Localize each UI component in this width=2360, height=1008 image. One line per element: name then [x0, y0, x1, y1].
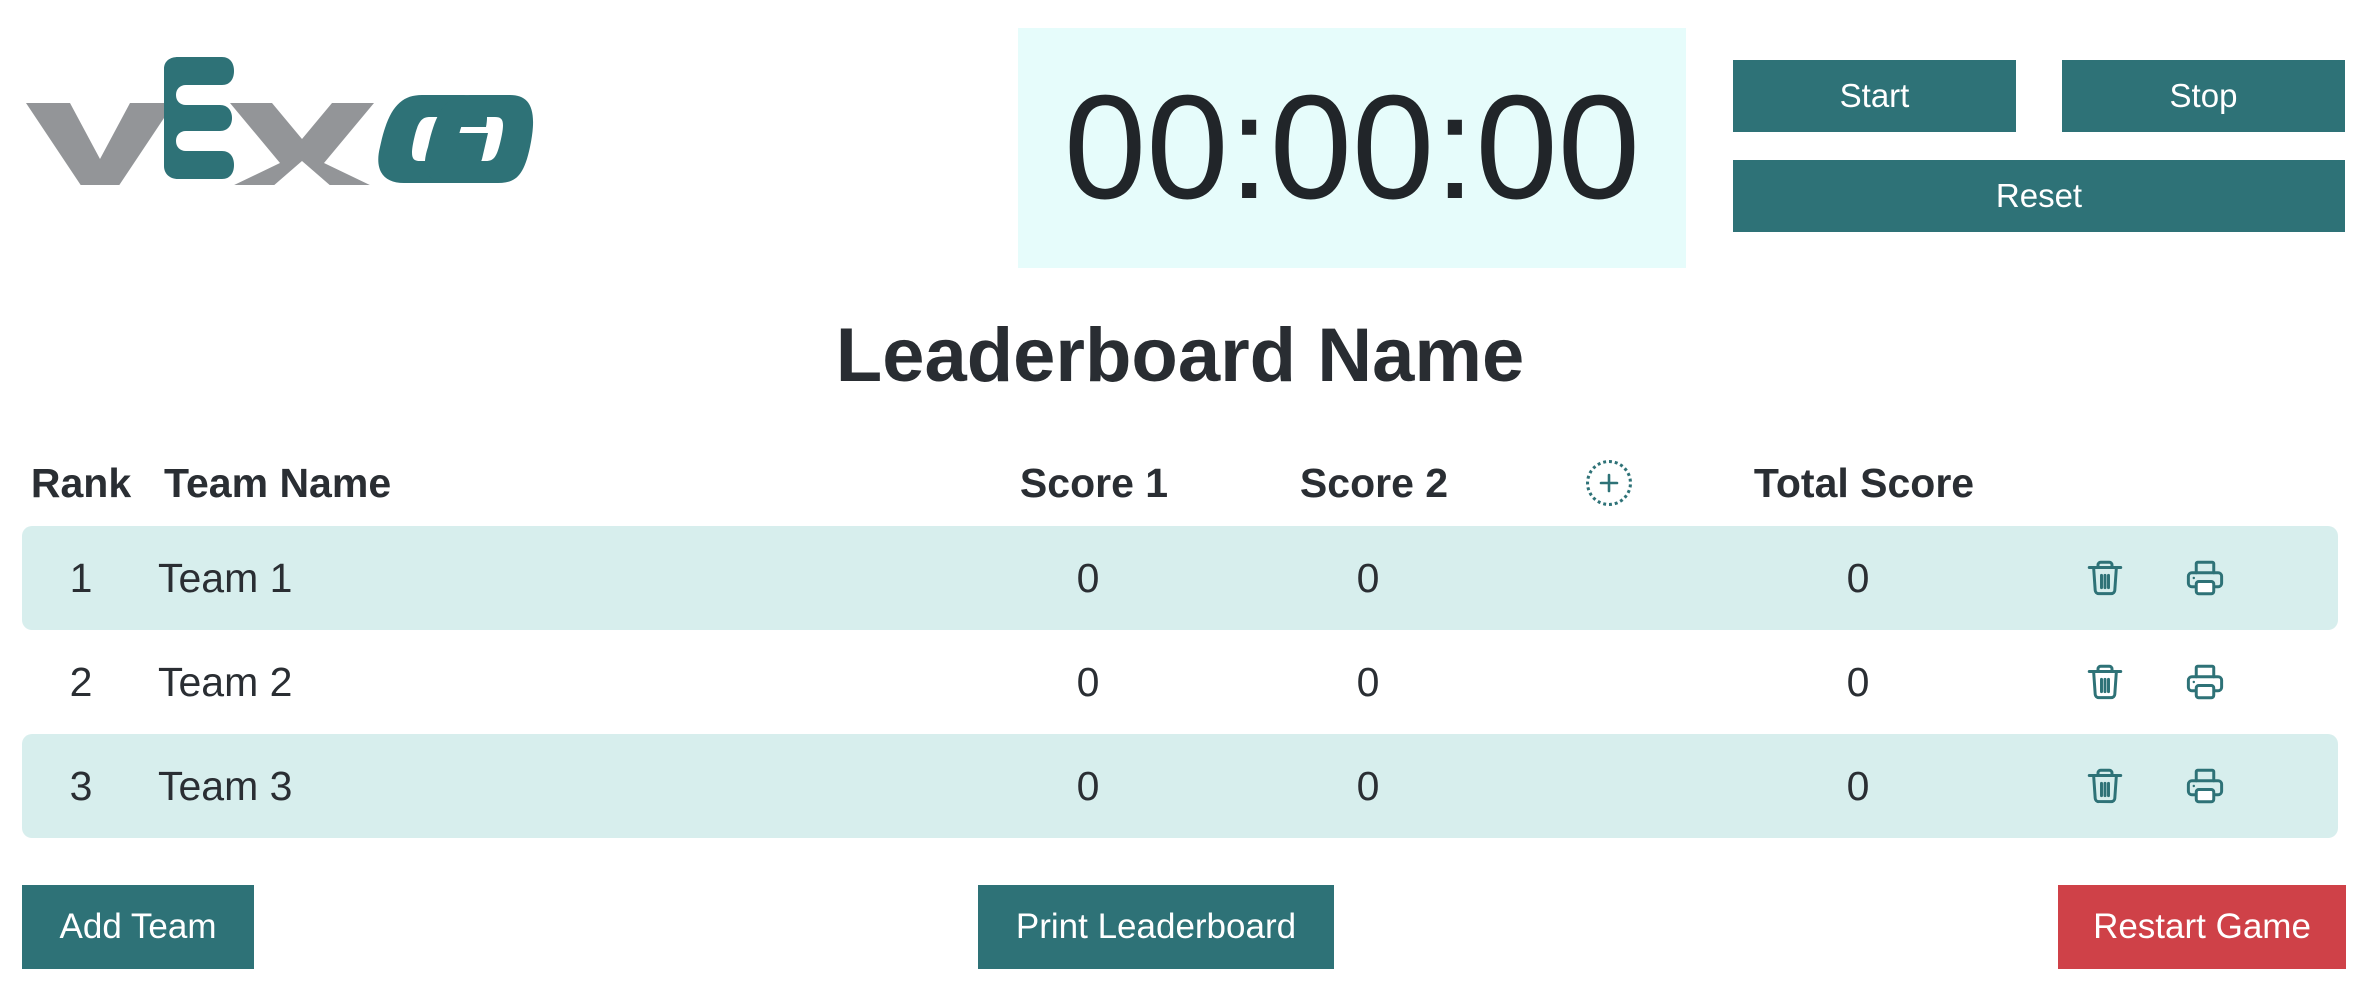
timer-value: 00:00:00 [1063, 65, 1641, 230]
restart-game-button[interactable]: Restart Game [2058, 885, 2346, 969]
printer-icon[interactable] [2184, 661, 2226, 703]
cell-actions [2018, 557, 2338, 599]
printer-icon[interactable] [2184, 765, 2226, 807]
table-row[interactable]: 1 Team 1 0 0 0 [22, 526, 2338, 630]
column-header-team-name: Team Name [164, 459, 392, 506]
trash-icon[interactable] [2084, 765, 2126, 807]
cell-score-1[interactable]: 0 [948, 659, 1228, 706]
cell-actions [2018, 661, 2338, 703]
page-title: Leaderboard Name [835, 313, 1525, 398]
printer-icon[interactable] [2184, 557, 2226, 599]
plus-circle-dotted-icon[interactable] [1586, 460, 1632, 506]
column-header-rank: Rank [30, 459, 132, 506]
cell-team-name[interactable]: Team 3 [140, 763, 948, 810]
print-leaderboard-button[interactable]: Print Leaderboard [978, 885, 1334, 969]
column-header-score-2: Score 2 [1299, 459, 1449, 506]
cell-rank: 2 [69, 658, 93, 705]
cell-score-1[interactable]: 0 [948, 763, 1228, 810]
vex-go-logo [18, 55, 778, 200]
cell-total-score: 0 [1846, 658, 1870, 705]
cell-score-2[interactable]: 0 [1228, 555, 1508, 602]
stop-button[interactable]: Stop [2062, 60, 2345, 132]
top-bar: 00:00:00 Start Stop Reset [0, 0, 2360, 290]
timer-display: 00:00:00 [1018, 28, 1686, 268]
table-row[interactable]: 2 Team 2 0 0 0 [22, 630, 2338, 734]
cell-team-name[interactable]: Team 2 [140, 659, 948, 706]
add-column-cell [1514, 460, 1704, 506]
cell-score-2[interactable]: 0 [1228, 763, 1508, 810]
add-team-button[interactable]: Add Team [22, 885, 254, 969]
trash-icon[interactable] [2084, 557, 2126, 599]
cell-team-name[interactable]: Team 1 [140, 555, 948, 602]
cell-total-score: 0 [1846, 554, 1870, 601]
cell-rank: 3 [69, 762, 93, 809]
column-header-score-1: Score 1 [1019, 459, 1169, 506]
trash-icon[interactable] [2084, 661, 2126, 703]
start-button[interactable]: Start [1733, 60, 2016, 132]
table-header-row: Rank Team Name Score 1 Score 2 Total Sco… [22, 440, 2338, 526]
cell-score-1[interactable]: 0 [948, 555, 1228, 602]
leaderboard-table: Rank Team Name Score 1 Score 2 Total Sco… [0, 440, 2360, 838]
table-row[interactable]: 3 Team 3 0 0 0 [22, 734, 2338, 838]
cell-actions [2018, 765, 2338, 807]
column-header-total-score: Total Score [1753, 459, 1975, 506]
reset-button[interactable]: Reset [1733, 160, 2345, 232]
cell-rank: 1 [69, 554, 93, 601]
cell-score-2[interactable]: 0 [1228, 659, 1508, 706]
cell-total-score: 0 [1846, 762, 1870, 809]
